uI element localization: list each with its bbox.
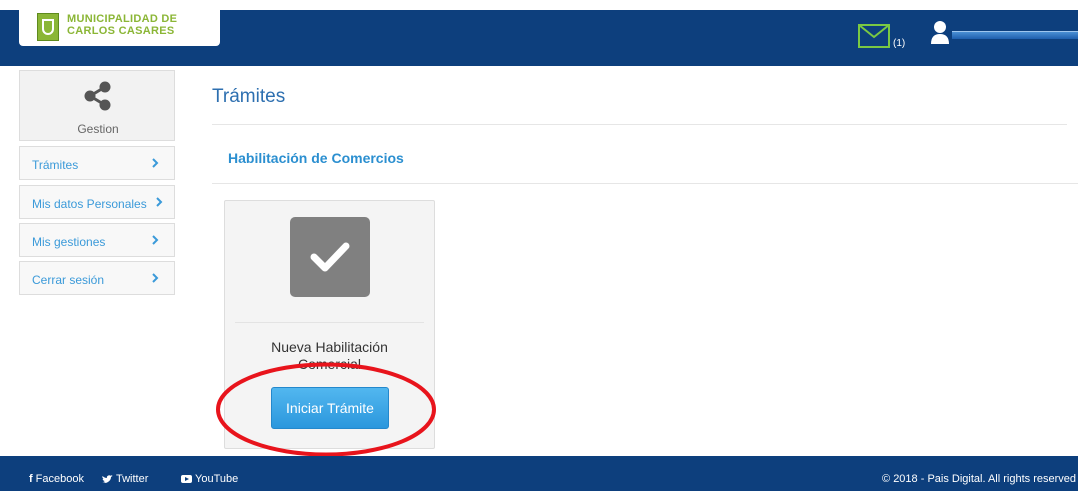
footer-link-youtube[interactable]: YouTube <box>181 473 238 485</box>
sidebar-header-label: Gestion <box>77 122 119 136</box>
seal-icon <box>37 13 59 41</box>
checkmark-tile <box>290 217 370 297</box>
footer-link-twitter[interactable]: Twitter <box>102 473 148 485</box>
footer-link-label: Twitter <box>116 473 149 485</box>
copyright-text: © 2018 - Pais Digital. All rights reserv… <box>882 473 1076 485</box>
page-title: Trámites <box>212 86 286 107</box>
footer: f Facebook Twitter YouTube © 2018 - Pais… <box>0 456 1078 491</box>
sidebar-item-mis-gestiones[interactable]: Mis gestiones <box>19 223 175 257</box>
sidebar-item-label: Trámites <box>32 158 79 172</box>
sidebar-item-label: Mis datos Personales <box>32 197 147 211</box>
sidebar-item-cerrar-sesion[interactable]: Cerrar sesión <box>19 261 175 295</box>
sidebar-item-tramites[interactable]: Trámites <box>19 146 175 180</box>
share-icon <box>84 81 111 111</box>
sidebar-header: Gestion <box>19 70 175 141</box>
user-icon[interactable] <box>930 20 950 44</box>
chevron-right-icon <box>156 197 163 207</box>
card-divider <box>235 322 424 323</box>
top-strip <box>0 0 1078 10</box>
checkmark-icon <box>310 242 350 272</box>
chevron-right-icon <box>152 273 159 283</box>
annotation-ellipse <box>216 362 436 457</box>
twitter-bird-icon <box>102 474 113 483</box>
municipality-name-line2: CARLOS CASARES <box>67 25 175 37</box>
sidebar-item-label: Mis gestiones <box>32 235 106 249</box>
envelope-icon[interactable] <box>858 24 890 48</box>
section-divider <box>212 183 1078 184</box>
sidebar-item-mis-datos-personales[interactable]: Mis datos Personales <box>19 185 175 219</box>
sidebar-item-label: Cerrar sesión <box>32 273 105 287</box>
chevron-right-icon <box>152 158 159 168</box>
municipality-logo[interactable]: MUNICIPALIDAD DE CARLOS CASARES <box>19 10 220 46</box>
footer-link-label: YouTube <box>195 473 239 485</box>
chevron-right-icon <box>152 235 159 245</box>
footer-link-label: Facebook <box>35 473 84 485</box>
footer-link-facebook[interactable]: f Facebook <box>29 473 84 485</box>
municipality-name: MUNICIPALIDAD DE CARLOS CASARES <box>67 13 177 37</box>
municipality-name-line1: MUNICIPALIDAD DE <box>67 13 178 25</box>
mail-count-badge: (1) <box>893 38 906 49</box>
title-divider <box>212 124 1067 125</box>
user-name-bar[interactable] <box>952 31 1078 39</box>
section-title: Habilitación de Comercios <box>228 150 404 166</box>
facebook-icon: f <box>29 473 33 485</box>
youtube-icon <box>181 475 192 483</box>
